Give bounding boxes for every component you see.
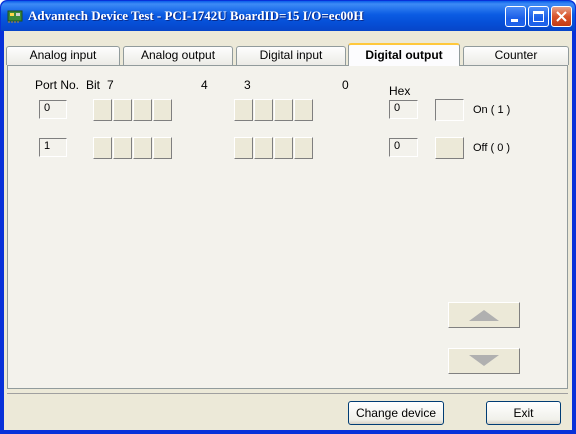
off-label: Off ( 0 ): [473, 142, 511, 154]
port-0-field: 0: [39, 100, 67, 119]
port-1-bit7-button[interactable]: [93, 137, 112, 159]
minimize-button[interactable]: [505, 6, 526, 27]
tab-analog-input[interactable]: Analog input: [6, 46, 120, 65]
on-label: On ( 1 ): [473, 104, 511, 116]
client-area: Analog input Analog output Digital input…: [4, 31, 572, 430]
port-0-bit3-button[interactable]: [234, 99, 253, 121]
title-bar[interactable]: Advantech Device Test - PCI-1742U BoardI…: [1, 1, 575, 31]
scroll-down-button[interactable]: [448, 348, 520, 374]
port-1-bit5-button[interactable]: [133, 137, 152, 159]
minimize-icon: [511, 19, 518, 22]
port-0-bit1-button[interactable]: [274, 99, 293, 121]
port-1-bit1-button[interactable]: [274, 137, 293, 159]
hex-label: Hex: [389, 84, 411, 98]
port-0-bit4-button[interactable]: [153, 99, 172, 121]
port-0-bit0-button[interactable]: [294, 99, 313, 121]
port-1-hex-field: 0: [389, 138, 418, 157]
maximize-button[interactable]: [528, 6, 549, 27]
tab-analog-output[interactable]: Analog output: [123, 46, 233, 65]
port-1-hex-value: 0: [394, 140, 401, 152]
digital-output-panel: Port No. Bit 7 4 3 0 Hex 0 0 1 0 On (1 …: [7, 65, 568, 389]
port-0-bit6-button[interactable]: [113, 99, 132, 121]
tab-digital-input[interactable]: Digital input: [236, 46, 346, 65]
port-1-bit3-button[interactable]: [234, 137, 253, 159]
down-arrow-icon: [469, 355, 499, 366]
port-1-high-nibble: [93, 137, 221, 159]
bit-label: Bit: [86, 78, 101, 92]
tab-strip: Analog input Analog output Digital input…: [4, 43, 572, 66]
bit4-label: 4: [201, 78, 208, 92]
scroll-up-button[interactable]: [448, 302, 520, 328]
tab-counter[interactable]: Counter: [463, 46, 569, 65]
maximize-icon: [533, 11, 544, 22]
on-indicator: [435, 99, 464, 121]
change-device-button[interactable]: Change device: [348, 401, 444, 425]
port-1-low-nibble: [234, 137, 362, 159]
port-0-hex-value: 0: [394, 102, 401, 114]
port-1-field: 1: [39, 138, 67, 157]
window-title: Advantech Device Test - PCI-1742U BoardI…: [28, 8, 364, 23]
close-icon: [556, 11, 567, 22]
up-arrow-icon: [469, 310, 499, 321]
bottom-divider: [7, 393, 568, 394]
port-1-value: 1: [44, 140, 51, 152]
bit7-label: 7: [107, 78, 114, 92]
port-1-bit0-button[interactable]: [294, 137, 313, 159]
app-icon: [7, 10, 23, 23]
port-0-value: 0: [44, 102, 51, 114]
exit-button[interactable]: Exit: [486, 401, 561, 425]
port-1-bit6-button[interactable]: [113, 137, 132, 159]
port-0-low-nibble: [234, 99, 362, 121]
port-1-bit4-button[interactable]: [153, 137, 172, 159]
off-indicator: [435, 137, 464, 159]
port-0-high-nibble: [93, 99, 221, 121]
close-button[interactable]: [551, 6, 572, 27]
port-0-bit2-button[interactable]: [254, 99, 273, 121]
bit0-label: 0: [342, 78, 349, 92]
port-0-bit7-button[interactable]: [93, 99, 112, 121]
port-0-hex-field: 0: [389, 100, 418, 119]
port-1-bit2-button[interactable]: [254, 137, 273, 159]
port-no-label: Port No.: [35, 78, 80, 92]
app-window: Advantech Device Test - PCI-1742U BoardI…: [0, 0, 576, 434]
port-0-bit5-button[interactable]: [133, 99, 152, 121]
bit3-label: 3: [244, 78, 251, 92]
tab-digital-output[interactable]: Digital output: [348, 43, 460, 66]
